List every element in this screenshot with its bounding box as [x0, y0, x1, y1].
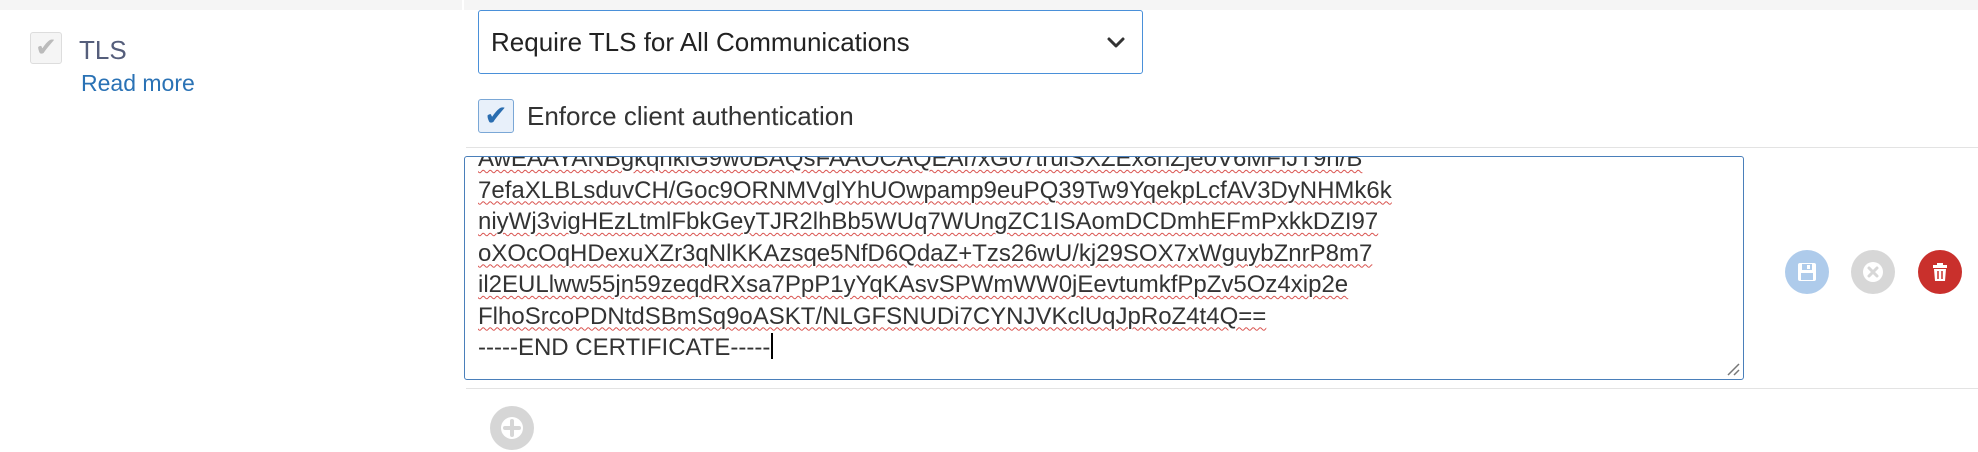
add-button[interactable] [490, 406, 534, 450]
feature-title: TLS [79, 35, 127, 65]
read-more-link[interactable]: Read more [81, 70, 195, 97]
tls-mode-selected-value: Require TLS for All Communications [491, 26, 910, 57]
chevron-down-icon [1107, 37, 1125, 48]
certificate-text: AwEAAYANBgkqhkiG9w0BAQsFAAOCAQEAr/xG07tr… [478, 156, 1392, 364]
top-strip [0, 0, 1978, 10]
certificate-line: niyWj3vigHEzLtmlFbkGeyTJR2lhBb5WUq7WUngZ… [478, 208, 1379, 235]
save-button[interactable] [1785, 250, 1829, 294]
certificate-line: oXOcOqHDexuXZr3qNlKKAzsqe5NfD6QdaZ+Tzs26… [478, 239, 1373, 267]
tls-mode-select[interactable]: Require TLS for All Communications [478, 10, 1143, 74]
resize-grip-icon[interactable] [1724, 360, 1740, 376]
text-caret [771, 333, 774, 359]
cancel-button[interactable] [1851, 250, 1895, 294]
checkmark-icon: ✔ [484, 99, 508, 132]
certificate-line: il2EULlww55jn59zeqdRXsa7PpP1yYqKAsvSPWmW… [478, 271, 1349, 298]
enforce-client-auth-label: Enforce client authentication [527, 101, 854, 131]
column-divider [462, 0, 464, 10]
enforce-client-auth-checkbox[interactable]: ✔ [478, 99, 514, 133]
close-x-icon [1863, 262, 1883, 282]
certificate-line: AwEAAYANBgkqhkiG9w0BAQsFAAOCAQEAr/xG07tr… [478, 156, 1363, 172]
trash-icon [1933, 263, 1947, 281]
row-divider-top [466, 147, 1978, 148]
floppy-disk-icon [1798, 263, 1816, 281]
certificate-last-line: -----END CERTIFICATE----- [478, 332, 1392, 364]
delete-button[interactable] [1918, 250, 1962, 294]
checkmark-icon: ✔ [35, 33, 57, 63]
row-divider-bottom [466, 388, 1978, 389]
certificate-textarea[interactable]: AwEAAYANBgkqhkiG9w0BAQsFAAOCAQEAr/xG07tr… [464, 156, 1744, 380]
certificate-line: FlhoSrcoPDNtdSBmSq9oASKT/NLGFSNUDi7CYNJV… [478, 302, 1267, 330]
tls-feature-checkbox[interactable]: ✔ [30, 32, 62, 64]
plus-icon [501, 417, 523, 439]
certificate-line: 7efaXLBLsduvCH/Goc9ORNMVglYhUOwpamp9euPQ… [478, 176, 1392, 204]
certificate-end-marker: -----END CERTIFICATE----- [478, 334, 771, 361]
